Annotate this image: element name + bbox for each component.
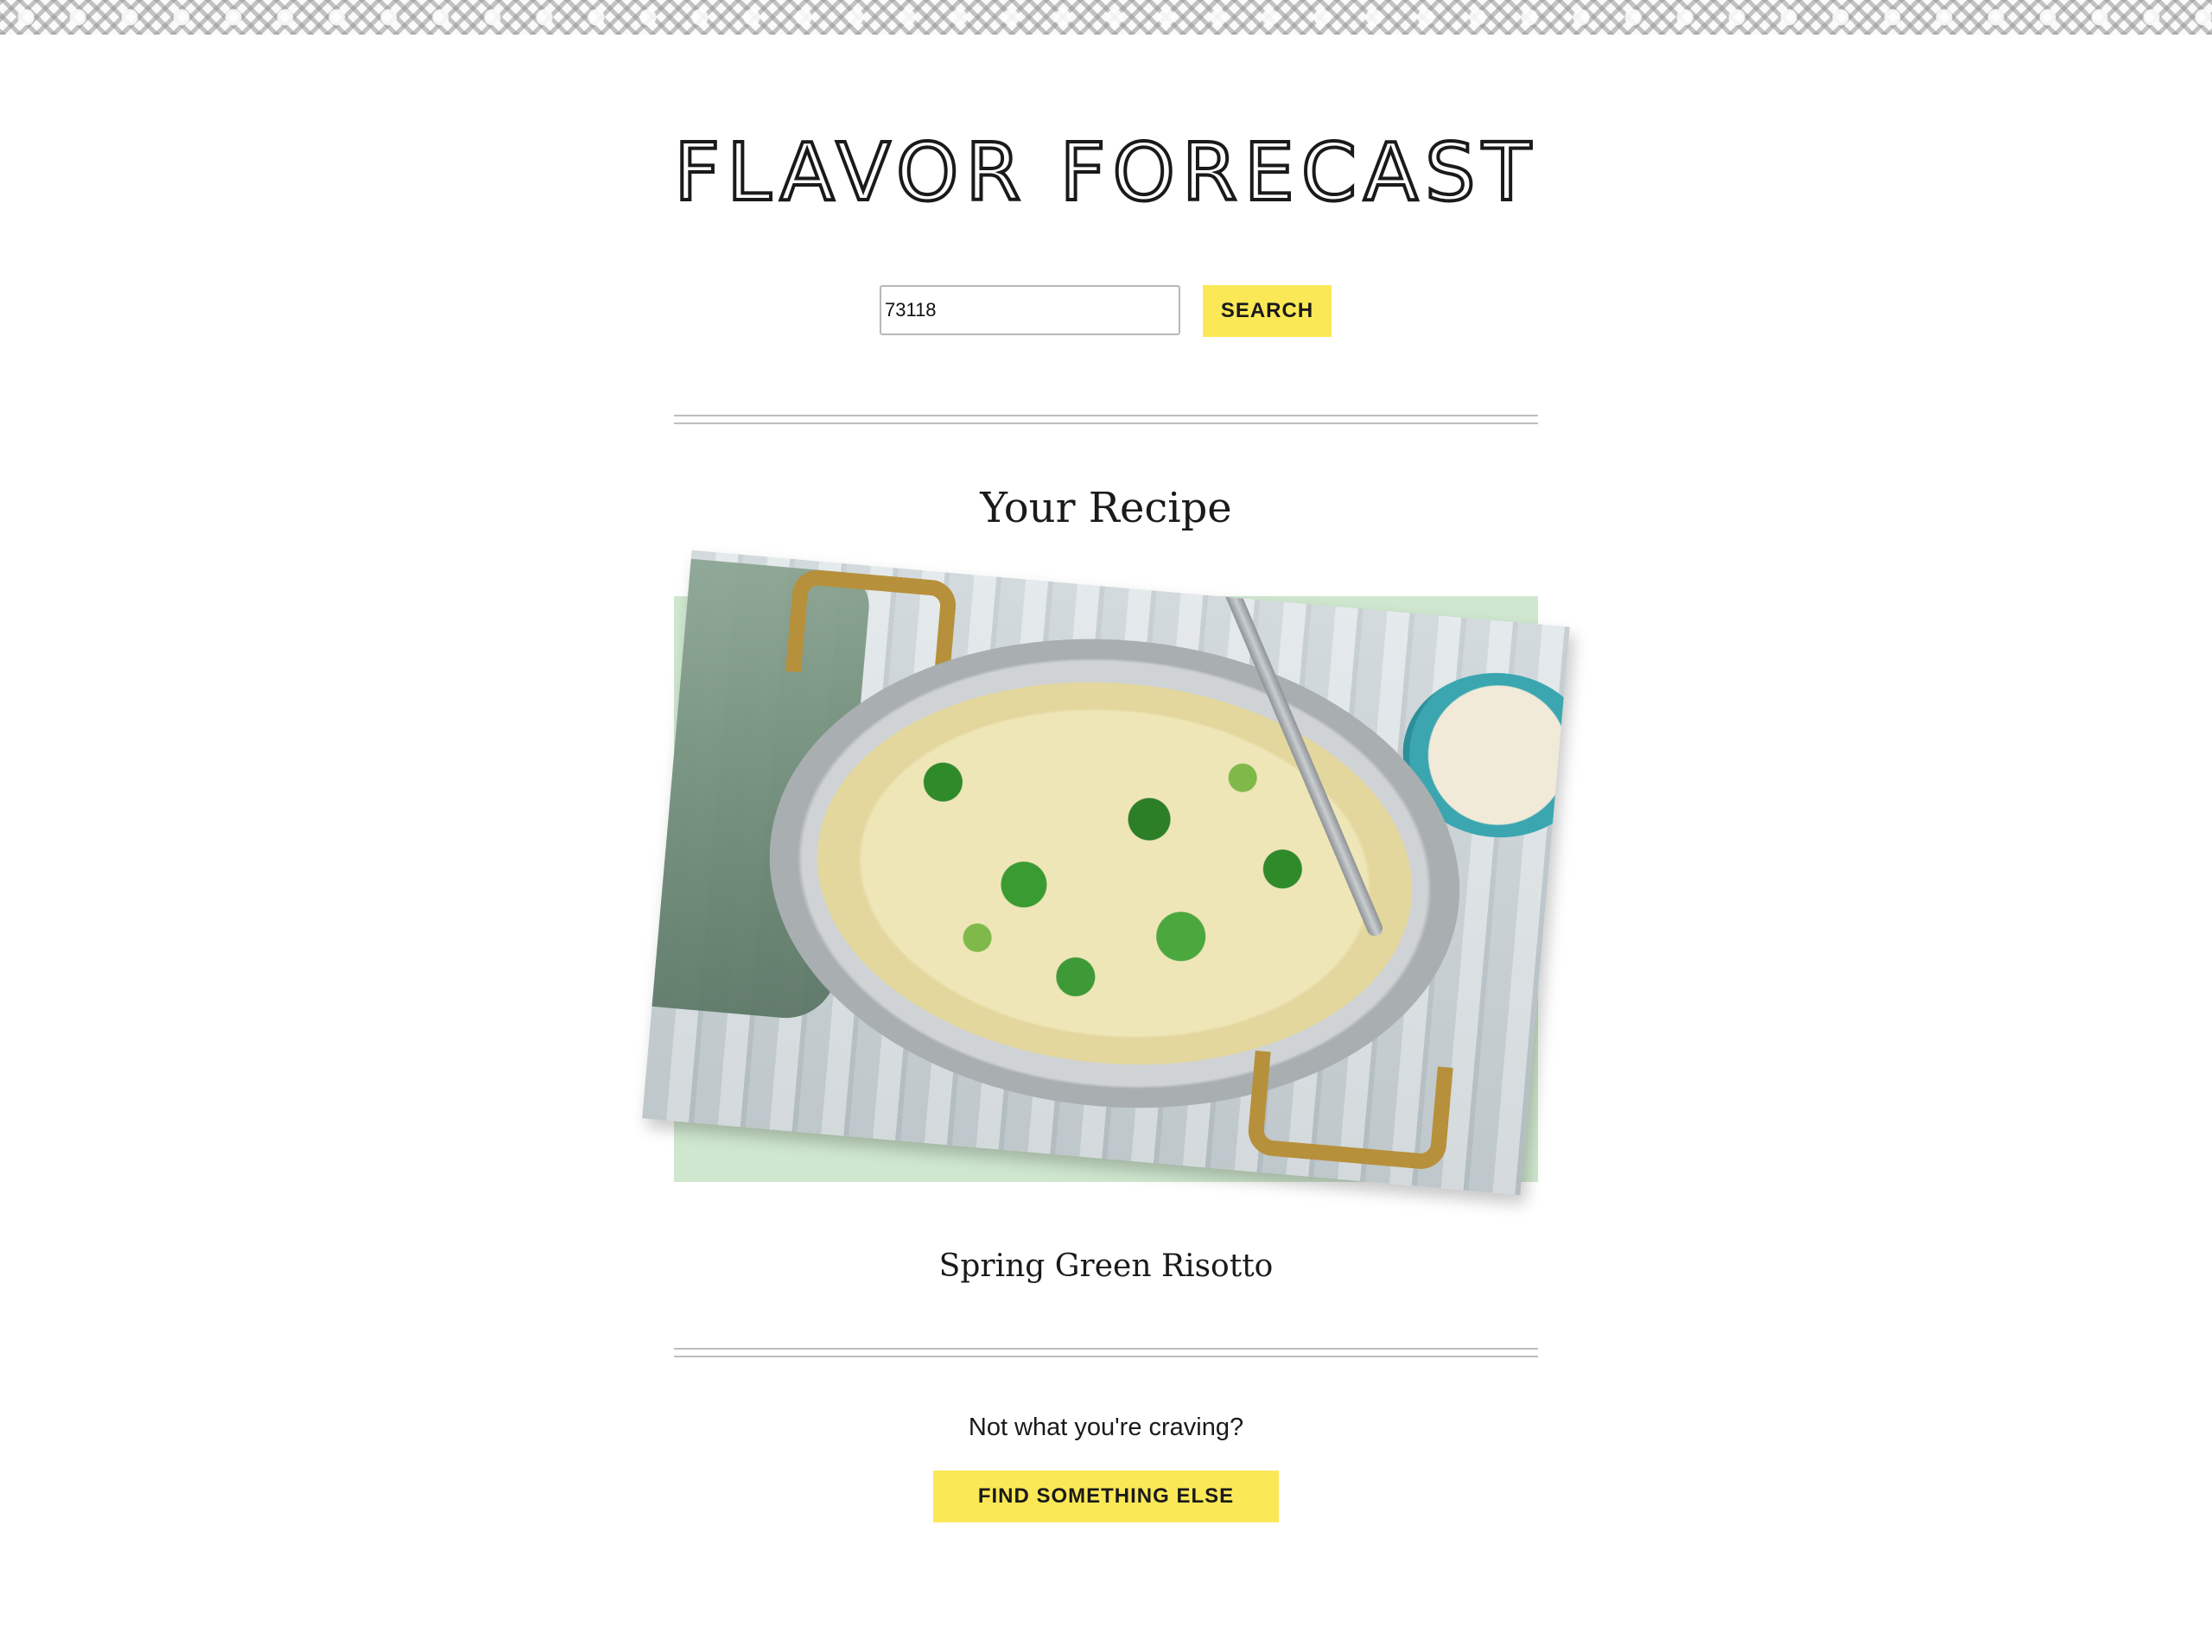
search-button[interactable]: SEARCH — [1203, 285, 1332, 337]
zip-code-input[interactable] — [880, 285, 1180, 335]
site-title: FLAVOR FORECAST — [672, 126, 1538, 219]
section-heading: Your Recipe — [980, 484, 1232, 532]
photo-pan-handle — [1246, 1050, 1453, 1172]
divider — [674, 415, 1538, 424]
main-content: FLAVOR FORECAST SEARCH Your Recipe Sprin… — [0, 0, 2212, 1652]
craving-prompt: Not what you're craving? — [968, 1414, 1244, 1441]
recipe-photo — [642, 550, 1570, 1196]
find-something-else-button[interactable]: FIND SOMETHING ELSE — [933, 1471, 1279, 1522]
recipe-name: Spring Green Risotto — [938, 1249, 1274, 1284]
divider — [674, 1348, 1538, 1357]
